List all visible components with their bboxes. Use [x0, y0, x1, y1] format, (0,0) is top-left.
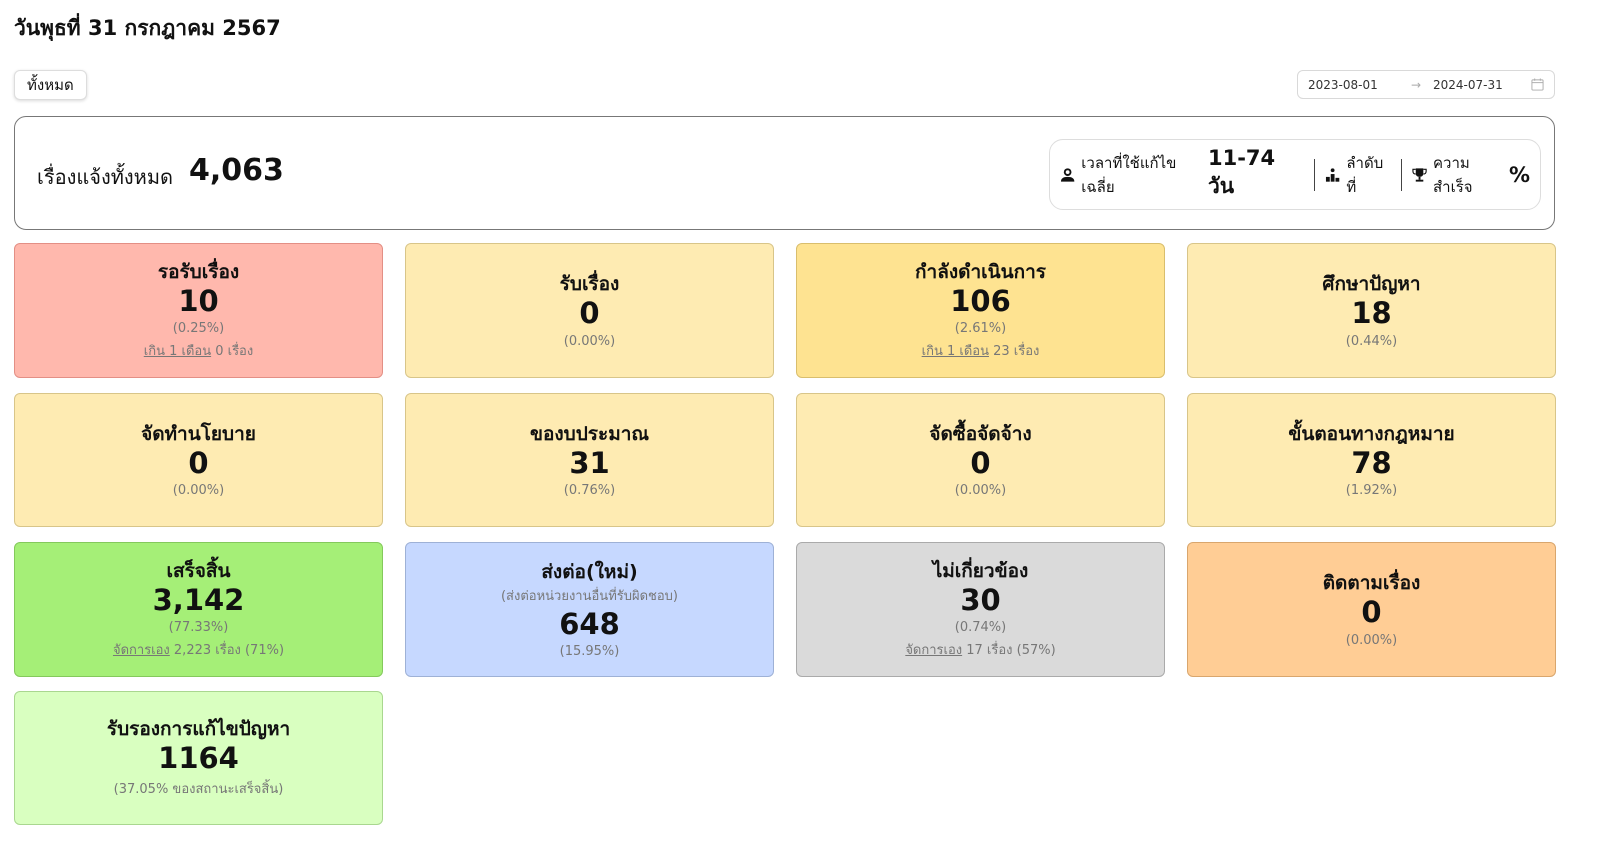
card-percent: (0.00%) [563, 333, 616, 349]
card-value: 10 [178, 283, 219, 318]
self-handled-link[interactable]: จัดการเอง [905, 643, 962, 658]
card-title: ขั้นตอนทางกฎหมาย [1288, 422, 1455, 445]
card-value: 18 [1351, 296, 1392, 331]
card-percent: (2.61%) [954, 321, 1007, 337]
card-value: 0 [188, 445, 209, 480]
summary-panel: เรื่องแจ้งทั้งหมด 4,063 เวลาที่ใช้แก้ไขเ… [14, 116, 1555, 230]
avg-time-value: 11-74 วัน [1207, 146, 1276, 198]
card-title: ไม่เกี่ยวข้อง [932, 559, 1029, 582]
card-title: เสร็จสิ้น [166, 559, 231, 582]
card-title: จัดซื้อจัดจ้าง [929, 422, 1032, 445]
card-percent: (0.00%) [172, 483, 225, 499]
card-value: 3,142 [152, 582, 245, 617]
status-card-in-progress[interactable]: กำลังดำเนินการ 106 (2.61%) เกิน 1 เดือน … [796, 243, 1165, 378]
overdue-link[interactable]: เกิน 1 เดือน [922, 344, 989, 359]
card-value: 30 [960, 582, 1001, 617]
status-card-received[interactable]: รับเรื่อง 0 (0.00%) [405, 243, 774, 378]
card-subtitle: (ส่งต่อหน่วยงานอื่นที่รับผิดชอบ) [500, 588, 679, 604]
card-title: รับรองการแก้ไขปัญหา [106, 717, 291, 740]
status-card-certified[interactable]: รับรองการแก้ไขปัญหา 1164 (37.05% ของสถาน… [14, 691, 383, 825]
status-card-forwarded[interactable]: ส่งต่อ(ใหม่) (ส่งต่อหน่วยงานอื่นที่รับผิ… [405, 542, 774, 677]
date-to-input[interactable]: 2024-07-31 [1433, 78, 1503, 92]
trophy-icon [1412, 167, 1427, 182]
card-percent: (0.25%) [172, 321, 225, 337]
status-card-irrelevant[interactable]: ไม่เกี่ยวข้อง 30 (0.74%) จัดการเอง 17 เร… [796, 542, 1165, 677]
status-card-legal[interactable]: ขั้นตอนทางกฎหมาย 78 (1.92%) [1187, 393, 1556, 527]
card-value: 0 [970, 445, 991, 480]
card-title: ส่งต่อ(ใหม่) [541, 560, 638, 583]
card-note: จัดการเอง 2,223 เรื่อง (71%) [112, 643, 285, 659]
card-title: ติดตามเรื่อง [1322, 572, 1421, 595]
card-title: รอรับเรื่อง [157, 260, 240, 283]
card-value: 648 [559, 606, 620, 641]
avg-time-stat: เวลาที่ใช้แก้ไขเฉลี่ย 11-74 วัน [1050, 146, 1314, 198]
rank-stat: ลำดับที่ [1315, 154, 1401, 196]
status-card-procurement[interactable]: จัดซื้อจัดจ้าง 0 (0.00%) [796, 393, 1165, 527]
card-value: 78 [1351, 445, 1392, 480]
calendar-icon [1531, 78, 1544, 91]
card-percent: (1.92%) [1345, 483, 1398, 499]
success-stat: ความสำเร็จ % [1402, 154, 1540, 196]
card-value: 0 [579, 296, 600, 331]
filter-all-button[interactable]: ทั้งหมด [14, 70, 87, 100]
status-card-completed[interactable]: เสร็จสิ้น 3,142 (77.33%) จัดการเอง 2,223… [14, 542, 383, 677]
card-value: 106 [950, 283, 1011, 318]
card-value: 0 [1361, 595, 1382, 630]
status-card-study[interactable]: ศึกษาปัญหา 18 (0.44%) [1187, 243, 1556, 378]
card-note: จัดการเอง 17 เรื่อง (57%) [905, 643, 1056, 659]
total-label: เรื่องแจ้งทั้งหมด [37, 165, 174, 189]
card-percent: (37.05% ของสถานะเสร็จสิ้น) [113, 782, 284, 798]
card-percent: (0.76%) [563, 483, 616, 499]
success-value: % [1508, 162, 1530, 187]
user-clock-icon [1060, 167, 1075, 182]
card-percent: (77.33%) [168, 620, 229, 636]
card-percent: (0.00%) [1345, 632, 1398, 648]
overdue-link[interactable]: เกิน 1 เดือน [144, 344, 211, 359]
card-title: ศึกษาปัญหา [1322, 273, 1421, 296]
page-title: วันพุธที่ 31 กรกฎาคม 2567 [14, 16, 281, 40]
self-handled-link[interactable]: จัดการเอง [113, 643, 170, 658]
card-title: จัดทำนโยบาย [141, 422, 256, 445]
avg-time-label: เวลาที่ใช้แก้ไขเฉลี่ย [1081, 153, 1177, 196]
total-count: 4,063 [189, 153, 284, 188]
card-title: รับเรื่อง [559, 273, 620, 296]
card-value: 31 [569, 445, 610, 480]
status-card-policy[interactable]: จัดทำนโยบาย 0 (0.00%) [14, 393, 383, 527]
card-percent: (0.00%) [954, 483, 1007, 499]
card-title: กำลังดำเนินการ [915, 260, 1046, 283]
status-card-budget[interactable]: ของบประมาณ 31 (0.76%) [405, 393, 774, 527]
date-from-input[interactable]: 2023-08-01 [1308, 78, 1378, 92]
card-percent: (0.74%) [954, 620, 1007, 636]
card-note: เกิน 1 เดือน 0 เรื่อง [143, 344, 254, 360]
ranking-icon [1326, 167, 1340, 182]
success-label: ความสำเร็จ [1433, 153, 1473, 196]
rank-label: ลำดับที่ [1346, 153, 1384, 196]
card-title: ของบประมาณ [529, 422, 650, 445]
card-note: เกิน 1 เดือน 23 เรื่อง [921, 344, 1040, 360]
status-card-pending[interactable]: รอรับเรื่อง 10 (0.25%) เกิน 1 เดือน 0 เร… [14, 243, 383, 378]
arrow-right-icon: → [1411, 77, 1422, 92]
status-card-follow-up[interactable]: ติดตามเรื่อง 0 (0.00%) [1187, 542, 1556, 677]
card-value: 1164 [158, 740, 239, 775]
date-range-picker[interactable]: 2023-08-01 → 2024-07-31 [1297, 70, 1555, 99]
stats-bar: เวลาที่ใช้แก้ไขเฉลี่ย 11-74 วัน ลำดับที่… [1049, 139, 1541, 210]
card-percent: (15.95%) [559, 644, 620, 660]
card-percent: (0.44%) [1345, 333, 1398, 349]
